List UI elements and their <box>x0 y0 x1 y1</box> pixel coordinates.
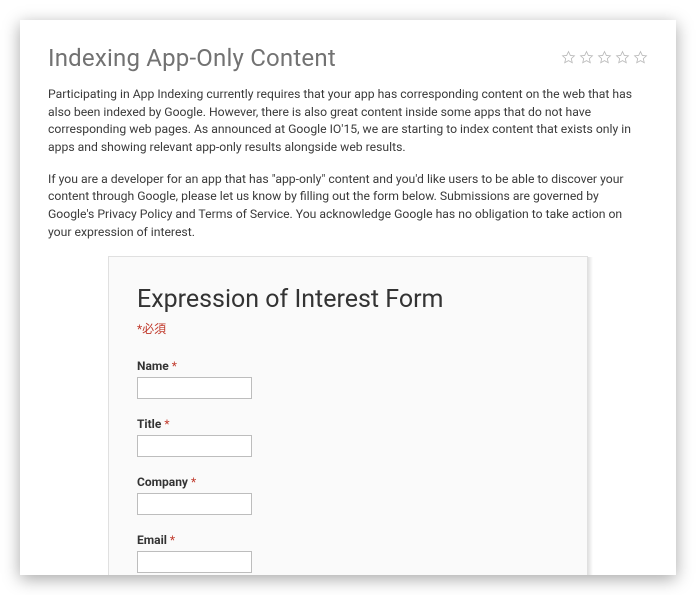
required-marker: * <box>164 417 169 431</box>
required-note: *必須 <box>137 320 559 337</box>
field-name: Name * <box>137 359 559 399</box>
intro-paragraph-1: Participating in App Indexing currently … <box>48 86 648 157</box>
title-label: Title * <box>137 417 559 431</box>
field-email: Email * <box>137 533 559 573</box>
star-icon[interactable] <box>633 50 648 69</box>
label-text: Name <box>137 359 169 373</box>
email-label: Email * <box>137 533 559 547</box>
intro-paragraph-2: If you are a developer for an app that h… <box>48 171 648 242</box>
required-marker: * <box>170 533 175 547</box>
page-card: Indexing App-Only Content Participating … <box>20 20 676 575</box>
company-label: Company * <box>137 475 559 489</box>
name-input[interactable] <box>137 377 252 399</box>
star-icon[interactable] <box>597 50 612 69</box>
field-company: Company * <box>137 475 559 515</box>
required-marker: * <box>191 475 196 489</box>
label-text: Email <box>137 533 167 547</box>
form-title: Expression of Interest Form <box>137 285 559 314</box>
company-input[interactable] <box>137 493 252 515</box>
field-title: Title * <box>137 417 559 457</box>
email-input[interactable] <box>137 551 252 573</box>
star-icon[interactable] <box>615 50 630 69</box>
name-label: Name * <box>137 359 559 373</box>
required-marker: * <box>172 359 177 373</box>
label-text: Title <box>137 417 161 431</box>
rating-stars[interactable] <box>561 44 648 69</box>
title-input[interactable] <box>137 435 252 457</box>
star-icon[interactable] <box>561 50 576 69</box>
label-text: Company <box>137 475 188 489</box>
interest-form: Expression of Interest Form *必須 Name * T… <box>108 256 588 576</box>
star-icon[interactable] <box>579 50 594 69</box>
header-row: Indexing App-Only Content <box>48 44 648 72</box>
page-title: Indexing App-Only Content <box>48 44 336 72</box>
